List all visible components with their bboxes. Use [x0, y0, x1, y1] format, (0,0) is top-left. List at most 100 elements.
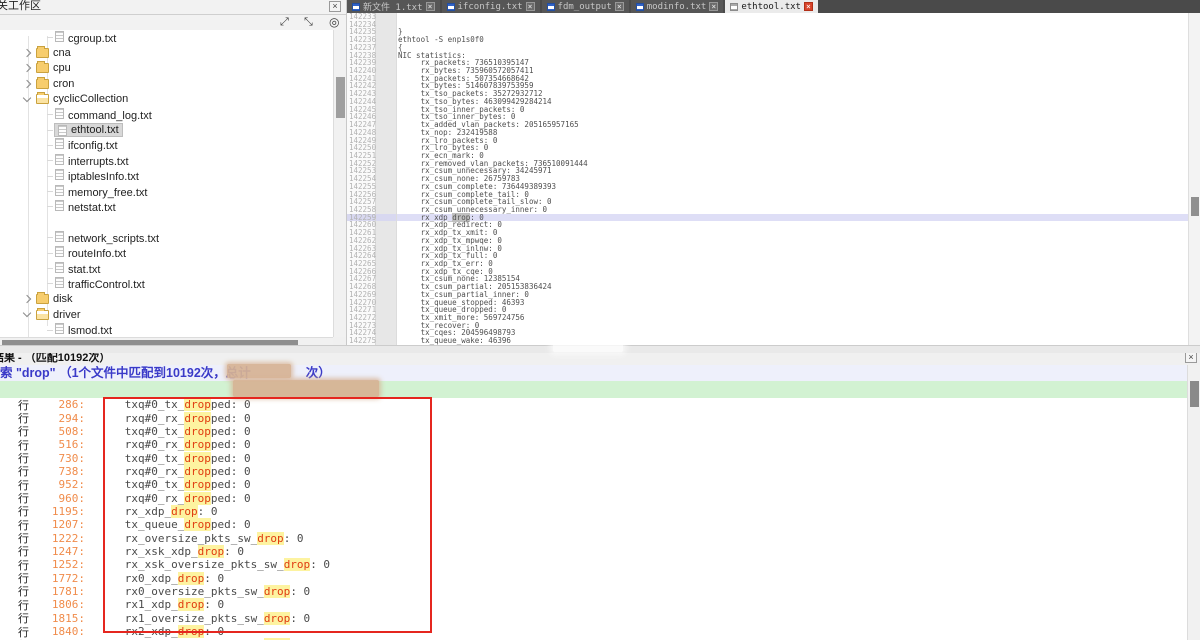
- tree-folder-cpu[interactable]: cpu: [0, 61, 333, 76]
- close-tab-icon[interactable]: ×: [615, 2, 624, 11]
- tree-file-stat-txt[interactable]: stat.txt: [0, 261, 333, 276]
- tree-folder-driver[interactable]: driver: [0, 307, 333, 322]
- tree-item-label: stat.txt: [68, 264, 100, 276]
- tree-file-routeInfo-txt[interactable]: routeInfo.txt: [0, 245, 333, 260]
- chevron-down-icon[interactable]: [23, 94, 31, 102]
- gutter-margin: [376, 21, 397, 29]
- editor-tab-modinfo-txt[interactable]: modinfo.txt×: [631, 0, 724, 13]
- close-tab-icon[interactable]: ×: [804, 2, 813, 11]
- editor-line[interactable]: 142233: [347, 13, 1188, 21]
- folder-icon: [36, 48, 49, 58]
- tree-file-network_scripts-txt[interactable]: network_scripts.txt: [0, 230, 333, 245]
- tree-file-lsmod-txt[interactable]: lsmod.txt: [0, 322, 333, 337]
- redaction-blob: [233, 380, 379, 397]
- tree-connector: [47, 130, 53, 131]
- chevron-down-icon[interactable]: [23, 309, 31, 317]
- editor-line[interactable]: 142236ethtool -S enp1s0f0: [347, 36, 1188, 44]
- gutter-margin: [376, 137, 397, 145]
- file-icon: [58, 125, 67, 136]
- chevron-right-icon[interactable]: [23, 64, 31, 72]
- scrollbar-thumb[interactable]: [1191, 197, 1199, 216]
- folder-icon: [36, 294, 49, 304]
- scrollbar-thumb[interactable]: [336, 77, 345, 118]
- gutter-margin: [376, 268, 397, 276]
- results-close-icon[interactable]: ×: [1185, 353, 1197, 363]
- tree-connector: [47, 237, 53, 238]
- workspace-close-icon[interactable]: ×: [329, 1, 341, 12]
- folder-icon: [36, 79, 49, 89]
- editor-vertical-scrollbar[interactable]: [1188, 13, 1200, 345]
- tree-item-label: ethtool.txt: [71, 124, 119, 136]
- sync-file-icon[interactable]: ◎: [329, 16, 339, 29]
- gutter-margin: [376, 67, 397, 75]
- editor-line[interactable]: 142275 tx_queue_wake: 46396: [347, 337, 1188, 345]
- editor-tab--1-txt[interactable]: 新文件 1.txt×: [347, 0, 440, 13]
- gutter-margin: [376, 75, 397, 83]
- close-tab-icon[interactable]: ×: [526, 2, 535, 11]
- tree-item-label: netstat.txt: [68, 202, 116, 214]
- file-icon: [55, 31, 64, 42]
- gutter-margin: [376, 152, 397, 160]
- scrollbar-thumb[interactable]: [1190, 381, 1199, 407]
- tree-item-label: cna: [53, 47, 71, 59]
- row-line-number: 1247:: [29, 545, 85, 558]
- tree-file-ifconfig-txt[interactable]: ifconfig.txt: [0, 138, 333, 153]
- tree-connector: [47, 330, 53, 331]
- editor-line-text: ethtool -S enp1s0f0: [397, 36, 484, 44]
- application-window: 关工作区 × ⤢ ⤡ ◎ cgroup.txtcnacpucroncyclicC…: [0, 0, 1200, 640]
- tab-label: ifconfig.txt: [458, 2, 523, 12]
- results-vertical-scrollbar[interactable]: [1187, 365, 1200, 640]
- tree-folder-cyclicCollection[interactable]: cyclicCollection: [0, 92, 333, 107]
- tree-item-label: trafficControl.txt: [68, 279, 145, 291]
- results-header-text: 结果 - （匹配10192次）: [0, 353, 110, 364]
- results-file-path[interactable]: E:\日志\armod0523.odata.ncmp.unicom.locaar…: [0, 381, 1187, 398]
- tree-connector: [47, 206, 53, 207]
- gutter-margin: [376, 329, 397, 337]
- editor-line[interactable]: 142234: [347, 21, 1188, 29]
- chevron-right-icon[interactable]: [23, 80, 31, 88]
- gutter-margin: [376, 214, 397, 222]
- tab-label: 新文件 1.txt: [363, 0, 423, 13]
- editor-tab-fdm_output[interactable]: fdm_output×: [542, 0, 629, 13]
- workspace-toolbar: ⤢ ⤡ ◎: [0, 15, 346, 31]
- tree-folder-cron[interactable]: cron: [0, 76, 333, 91]
- file-icon: [55, 169, 64, 180]
- tree-vertical-scrollbar[interactable]: [333, 30, 346, 337]
- tree-file-ethtool-txt[interactable]: ethtool.txt: [0, 122, 333, 137]
- tree-file-interrupts-txt[interactable]: interrupts.txt: [0, 153, 333, 168]
- editor-tab-ethtool-txt[interactable]: ethtool.txt×: [725, 0, 818, 13]
- gutter-margin: [376, 175, 397, 183]
- tree-connector: [47, 114, 53, 115]
- chevron-right-icon[interactable]: [23, 49, 31, 57]
- gutter-margin: [376, 252, 397, 260]
- tree-folder-cna[interactable]: cna: [0, 45, 333, 60]
- editor-text-area[interactable]: 142233142234142235}142236ethtool -S enp1…: [347, 13, 1188, 345]
- expand-all-icon[interactable]: ⤢: [280, 16, 289, 29]
- tree-file-trafficControl-txt[interactable]: trafficControl.txt: [0, 276, 333, 291]
- tree-file-iptablesInfo-txt[interactable]: iptablesInfo.txt: [0, 169, 333, 184]
- tree-folder-disk[interactable]: disk: [0, 292, 333, 307]
- gutter-margin: [376, 167, 397, 175]
- save-icon: [730, 3, 738, 11]
- gutter-margin: [376, 82, 397, 90]
- tree-file-cgroup-txt[interactable]: cgroup.txt: [0, 30, 333, 45]
- tree-item-label: disk: [53, 293, 73, 305]
- editor-tab-ifconfig-txt[interactable]: ifconfig.txt×: [442, 0, 540, 13]
- tree-connector: [47, 283, 53, 284]
- tree-file-netstat-txt[interactable]: netstat.txt: [0, 199, 333, 214]
- file-icon: [55, 185, 64, 196]
- tree-file-command_log-txt[interactable]: command_log.txt: [0, 107, 333, 122]
- tree-connector: [47, 268, 53, 269]
- row-line-number: 738:: [29, 465, 85, 478]
- collapse-all-icon[interactable]: ⤡: [304, 16, 313, 29]
- tree-connector: [47, 37, 53, 38]
- gutter-margin: [376, 160, 397, 168]
- gutter-margin: [376, 198, 397, 206]
- gutter-margin: [376, 90, 397, 98]
- tree-item-label: cgroup.txt: [68, 33, 116, 45]
- close-tab-icon[interactable]: ×: [709, 2, 718, 11]
- close-tab-icon[interactable]: ×: [426, 2, 435, 11]
- chevron-right-icon[interactable]: [23, 295, 31, 303]
- tree-file-memory_free-txt[interactable]: memory_free.txt: [0, 184, 333, 199]
- editor-line[interactable]: 142237{: [347, 44, 1188, 52]
